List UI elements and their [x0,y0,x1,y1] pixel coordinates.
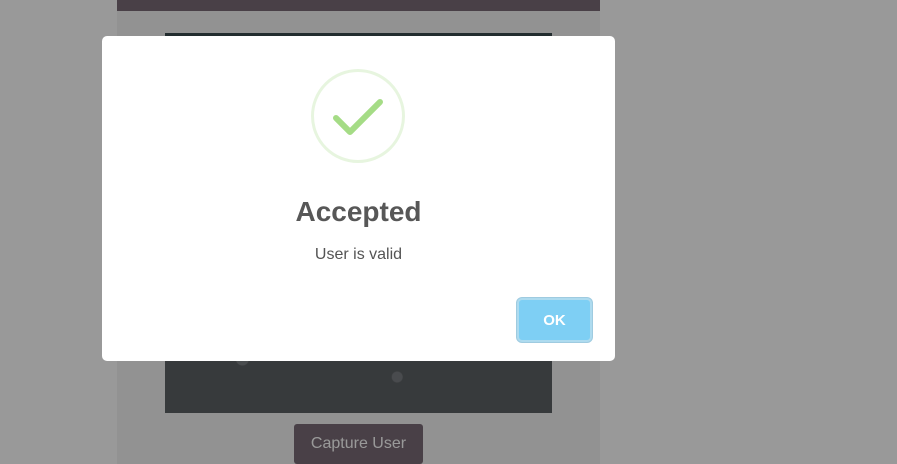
page: Capture User Accepted User is valid OK [0,0,897,464]
alert-dialog: Accepted User is valid OK [102,36,615,361]
check-icon [333,99,383,135]
dialog-title: Accepted [295,196,422,227]
ok-button[interactable]: OK [517,298,592,342]
dialog-message: User is valid [314,246,403,263]
success-icon-ring [311,69,405,163]
